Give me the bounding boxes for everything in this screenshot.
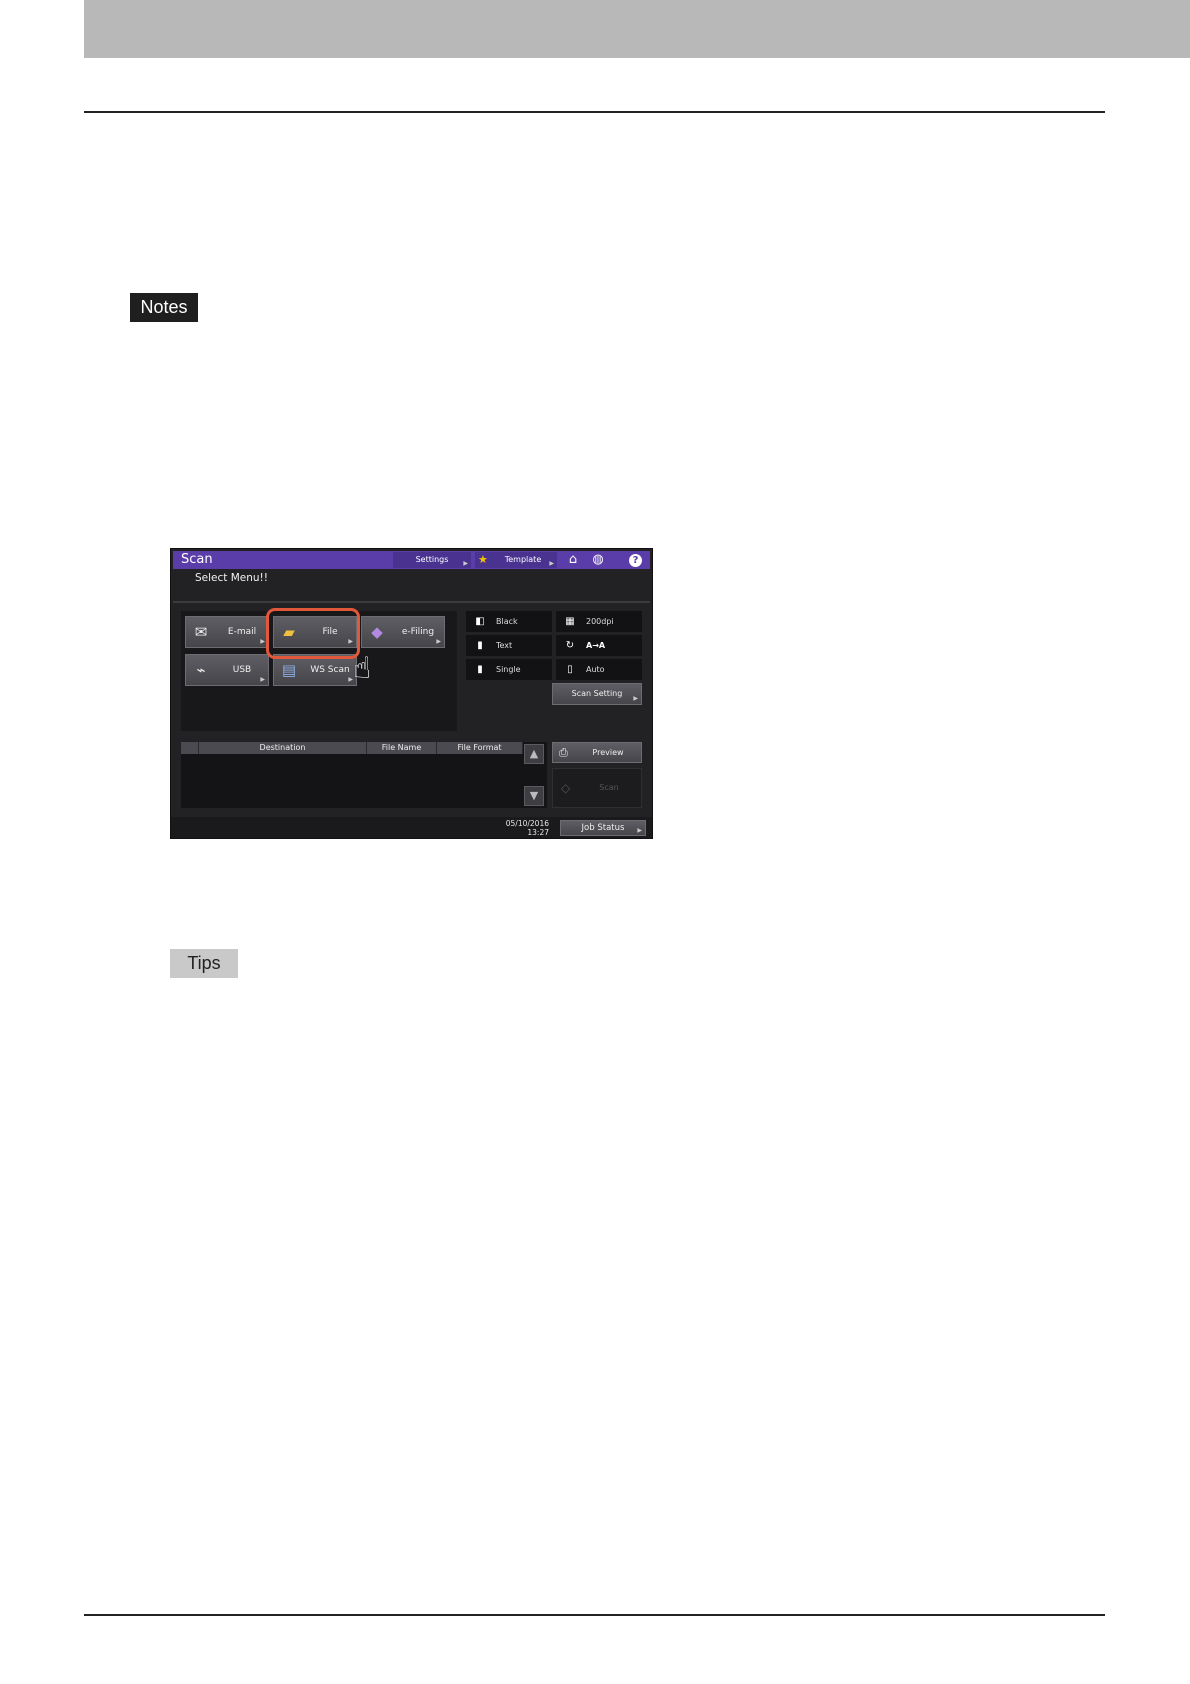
- bottom-rule: [84, 1614, 1105, 1616]
- header-band: [84, 0, 1190, 58]
- color-setting[interactable]: ◧ Black: [466, 611, 552, 632]
- scroll-up-button[interactable]: ▲: [524, 744, 544, 764]
- notes-label: Notes: [130, 293, 198, 322]
- job-status-arrow-icon: ▶: [637, 827, 642, 834]
- scan-setting-arrow-icon: ▶: [633, 695, 638, 702]
- usb-button[interactable]: ⌁ USB ▶: [185, 654, 269, 686]
- file-highlight: [266, 608, 360, 659]
- paper-size-icon: ▯: [567, 664, 573, 675]
- preview-button[interactable]: ⎙ Preview: [552, 742, 642, 763]
- settings-button[interactable]: Settings ▶: [393, 552, 471, 568]
- scan-setting-label: Scan Setting: [571, 689, 623, 698]
- document-icon: ▮: [477, 640, 483, 651]
- scroll-down-button[interactable]: ▼: [524, 786, 544, 806]
- top-rule: [84, 111, 1105, 113]
- size-value: Auto: [586, 665, 605, 674]
- scan-label: Scan: [599, 783, 619, 792]
- job-status-label: Job Status: [581, 823, 625, 833]
- screen-header: Scan Settings ▶ ★ Template ▶ ⌂ ◍ ?: [173, 551, 650, 569]
- destination-table: Destination File Name File Format ▲ ▼: [181, 742, 547, 808]
- usb-icon: ⌁: [196, 661, 206, 679]
- table-header-file-format: File Format: [437, 742, 523, 754]
- home-icon[interactable]: ⌂: [564, 552, 582, 568]
- size-setting[interactable]: ▯ Auto: [556, 659, 642, 680]
- email-icon: ✉: [194, 623, 208, 641]
- sides-value: Single: [496, 665, 521, 674]
- rotation-setting[interactable]: ↻ A→A: [556, 635, 642, 656]
- email-label: E-mail: [227, 627, 257, 637]
- scan-screen: Scan Settings ▶ ★ Template ▶ ⌂ ◍ ? Selec…: [170, 548, 653, 839]
- template-button[interactable]: ★ Template ▶: [475, 552, 557, 568]
- table-header-destination: Destination: [199, 742, 367, 754]
- single-sided-icon: ▮: [477, 664, 483, 675]
- screen-subtitle: Select Menu!!: [195, 572, 268, 584]
- efiling-button[interactable]: ◆ e-Filing ▶: [361, 616, 445, 648]
- hand-pointer-icon: ☝: [353, 651, 372, 686]
- rotate-icon: ↻: [565, 640, 575, 651]
- efiling-label: e-Filing: [401, 627, 435, 637]
- resolution-setting[interactable]: ▦ 200dpi: [556, 611, 642, 632]
- mode-setting[interactable]: ▮ Text: [466, 635, 552, 656]
- usb-arrow-icon: ▶: [260, 676, 265, 683]
- resolution-icon: ▦: [565, 616, 575, 627]
- preview-icon: ⎙: [559, 746, 568, 759]
- table-header-select: [181, 742, 199, 754]
- chevron-up-icon: ▲: [529, 747, 539, 760]
- globe-icon[interactable]: ◍: [589, 552, 607, 568]
- preview-label: Preview: [592, 748, 624, 757]
- tips-label: Tips: [170, 949, 238, 978]
- email-button[interactable]: ✉ E-mail ▶: [185, 616, 269, 648]
- scan-button[interactable]: ◇ Scan: [552, 768, 642, 808]
- template-arrow-icon: ▶: [549, 560, 554, 567]
- color-icon: ◧: [475, 616, 485, 627]
- wsscan-label: WS Scan: [310, 665, 350, 675]
- settings-label: Settings: [415, 555, 449, 564]
- resolution-value: 200dpi: [586, 617, 614, 626]
- scan-setting-button[interactable]: Scan Setting ▶: [552, 683, 642, 705]
- help-icon[interactable]: ?: [629, 554, 642, 567]
- mode-value: Text: [496, 641, 513, 650]
- template-label: Template: [504, 555, 542, 564]
- sides-setting[interactable]: ▮ Single: [466, 659, 552, 680]
- datetime: 05/10/2016 13:27: [491, 819, 549, 837]
- star-icon: ★: [478, 553, 488, 566]
- color-value: Black: [496, 617, 518, 626]
- scan-diamond-icon: ◇: [561, 781, 571, 795]
- job-status-button[interactable]: Job Status ▶: [560, 820, 646, 836]
- rotation-value: A→A: [586, 641, 606, 650]
- usb-label: USB: [232, 665, 252, 675]
- wsscan-icon: ▤: [281, 661, 297, 679]
- chevron-down-icon: ▼: [529, 789, 539, 802]
- divider: [173, 601, 650, 603]
- email-arrow-icon: ▶: [260, 638, 265, 645]
- screen-title: Scan: [181, 552, 213, 567]
- time-text: 13:27: [527, 828, 549, 837]
- settings-arrow-icon: ▶: [463, 560, 468, 567]
- efiling-arrow-icon: ▶: [436, 638, 441, 645]
- date-text: 05/10/2016: [505, 819, 549, 828]
- table-header-file-name: File Name: [367, 742, 437, 754]
- efiling-icon: ◆: [371, 623, 383, 641]
